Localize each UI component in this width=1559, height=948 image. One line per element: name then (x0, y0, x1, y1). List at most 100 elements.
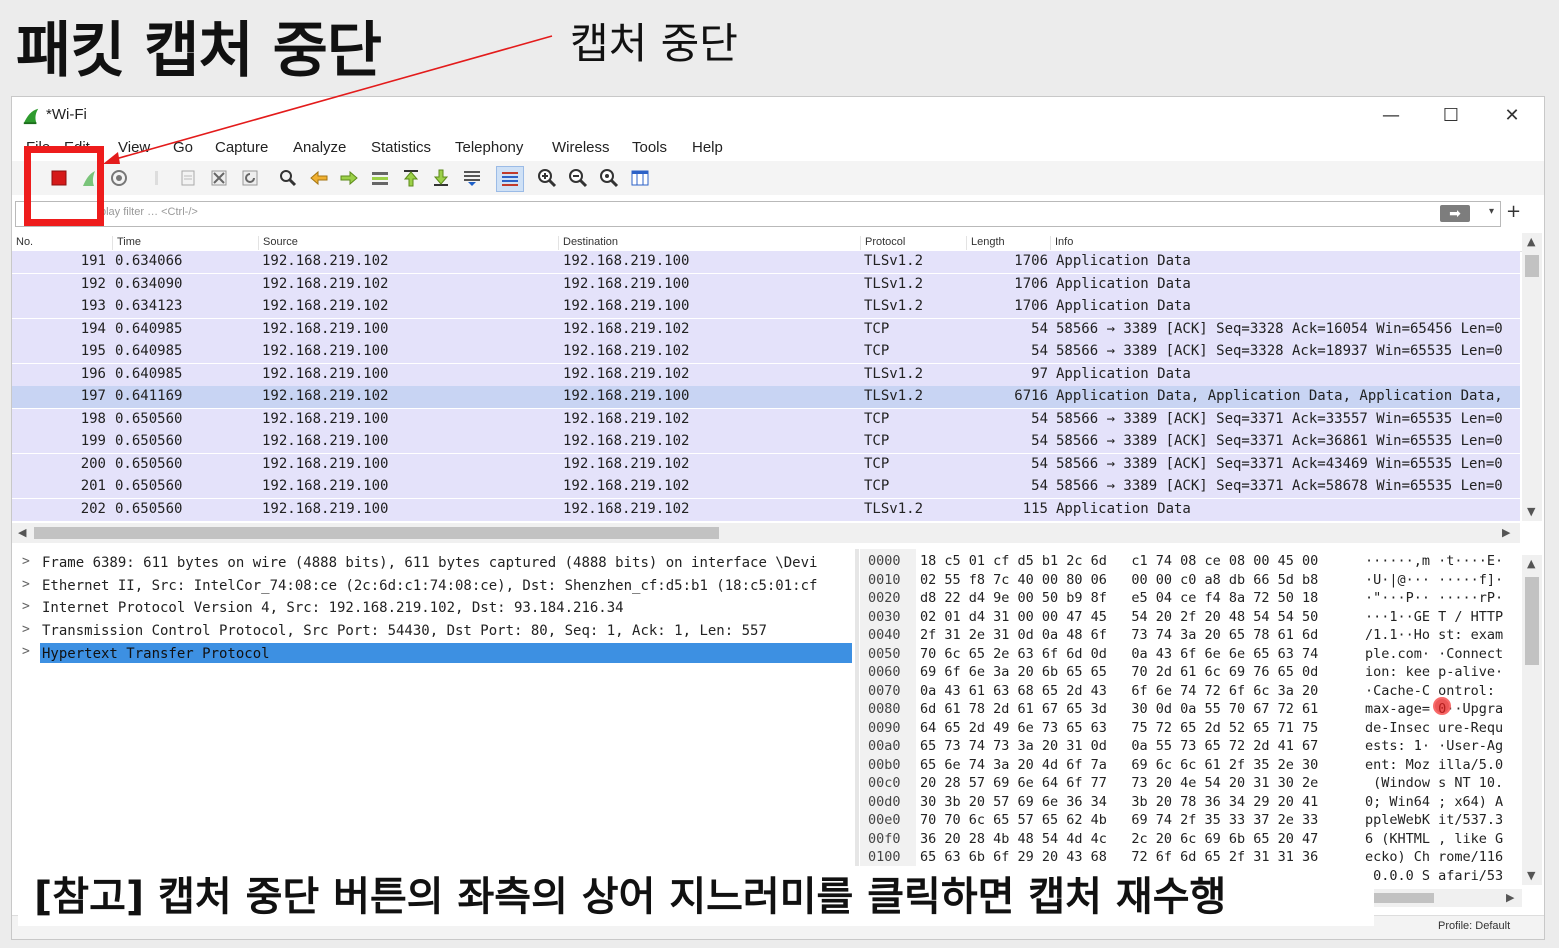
menu-tools[interactable]: Tools (632, 139, 667, 156)
profile-label[interactable]: Profile: Default (1438, 920, 1510, 932)
bytes-row[interactable]: 0040 2f 31 2e 31 0d 0a 48 6f 73 74 3a 20 … (860, 625, 1530, 644)
menu-go[interactable]: Go (173, 139, 193, 156)
expand-chevron-icon[interactable]: > (22, 622, 30, 637)
hscroll-thumb[interactable] (34, 527, 719, 539)
packet-row[interactable]: 199 0.650560 192.168.219.100 192.168.219.10… (12, 431, 1520, 453)
bytes-row[interactable]: 0080 6d 61 78 2d 61 67 65 3d 30 0d 0a 55 … (860, 699, 1530, 718)
detail-tree-item[interactable]: > Hypertext Transfer Protocol (12, 643, 852, 665)
packet-row[interactable]: 195 0.640985 192.168.219.100 192.168.219.10… (12, 341, 1520, 363)
minimize-button[interactable]: — (1368, 99, 1414, 131)
packet-row[interactable]: 193 0.634123 192.168.219.102 192.168.219.10… (12, 296, 1520, 318)
col-no[interactable]: No. (12, 236, 33, 250)
bytes-row[interactable]: 0000 18 c5 01 cf d5 b1 2c 6d c1 74 08 ce … (860, 551, 1530, 570)
cell-time: 0.634090 (115, 275, 183, 292)
packet-list-vscroll[interactable]: ▲ ▼ (1522, 233, 1542, 521)
col-time[interactable]: Time (112, 236, 141, 250)
cell-length: 54 (1031, 343, 1048, 359)
packet-row[interactable]: 197 0.641169 192.168.219.102 192.168.219.10… (12, 386, 1520, 408)
auto-scroll-icon[interactable] (459, 166, 485, 190)
packet-row[interactable]: 198 0.650560 192.168.219.100 192.168.219.10… (12, 408, 1520, 431)
display-filter-input[interactable]: play filter … <Ctrl-/> ➡ ▾ (15, 201, 1501, 227)
col-destination[interactable]: Destination (558, 236, 618, 250)
start-capture-icon[interactable] (76, 166, 102, 190)
packet-row[interactable]: 191 0.634066 192.168.219.102 192.168.219.10… (12, 251, 1520, 273)
maximize-button[interactable]: ☐ (1428, 99, 1474, 131)
detail-tree-item[interactable]: > Transmission Control Protocol, Src Port… (12, 621, 852, 643)
detail-tree-item[interactable]: > Ethernet II, Src: IntelCor_74:08:ce (2c… (12, 576, 852, 598)
normal-size-icon[interactable] (596, 166, 622, 190)
packet-row[interactable]: 192 0.634090 192.168.219.102 192.168.219.10… (12, 273, 1520, 296)
stop-capture-icon[interactable] (46, 166, 72, 190)
scroll-up-icon[interactable]: ▲ (1527, 235, 1535, 248)
bytes-row[interactable]: 0050 70 6c 65 2e 63 6f 6d 0d 0a 43 6f 6e … (860, 644, 1530, 663)
close-button[interactable]: ✕ (1489, 99, 1535, 131)
packet-list-hscroll[interactable]: ◀ ▶ (12, 523, 1520, 543)
menu-wireless[interactable]: Wireless (552, 139, 610, 156)
bytes-row[interactable]: 00c0 20 28 57 69 6e 64 6f 77 73 20 4e 54 … (860, 773, 1530, 792)
bytes-scroll-right-icon[interactable]: ▶ (1506, 891, 1514, 904)
col-length[interactable]: Length (966, 236, 1005, 250)
apply-filter-arrow-icon[interactable]: ➡ (1440, 205, 1470, 222)
open-file-icon[interactable] (144, 166, 170, 190)
packet-row[interactable]: 194 0.640985 192.168.219.100 192.168.219.10… (12, 318, 1520, 341)
bytes-vscroll[interactable]: ▲ ▼ (1522, 555, 1542, 885)
scroll-right-icon[interactable]: ▶ (1502, 526, 1510, 539)
bytes-row[interactable]: 0020 d8 22 d4 9e 00 50 b9 8f e5 04 ce f4 … (860, 588, 1530, 607)
go-forward-icon[interactable] (336, 166, 362, 190)
bytes-scroll-thumb[interactable] (1525, 577, 1539, 665)
bytes-row[interactable]: 00d0 30 3b 20 57 69 6e 36 34 3b 20 78 36 … (860, 792, 1530, 811)
menu-help[interactable]: Help (692, 139, 723, 156)
bytes-row[interactable]: 0090 64 65 2d 49 6e 73 65 63 75 72 65 2d … (860, 718, 1530, 737)
zoom-in-icon[interactable] (534, 166, 560, 190)
bytes-hscroll[interactable]: ▶ (1352, 889, 1522, 907)
capture-options-icon[interactable] (106, 166, 132, 190)
col-info[interactable]: Info (1050, 236, 1073, 250)
go-back-icon[interactable] (306, 166, 332, 190)
bytes-row[interactable]: 0030 02 01 d4 31 00 00 47 45 54 20 2f 20 … (860, 607, 1530, 626)
filter-dropdown-chevron-icon[interactable]: ▾ (1489, 206, 1494, 217)
menu-view[interactable]: View (118, 139, 150, 156)
expand-chevron-icon[interactable]: > (22, 599, 30, 614)
colorize-icon[interactable] (496, 166, 524, 192)
find-packet-icon[interactable] (275, 166, 301, 190)
expand-chevron-icon[interactable]: > (22, 577, 30, 592)
packet-row[interactable]: 196 0.640985 192.168.219.100 192.168.219.10… (12, 363, 1520, 386)
packet-row[interactable]: 200 0.650560 192.168.219.100 192.168.219.10… (12, 453, 1520, 476)
bytes-row[interactable]: 0070 0a 43 61 63 68 65 2d 43 6f 6e 74 72 … (860, 681, 1530, 700)
expand-chevron-icon[interactable]: > (22, 644, 30, 659)
menu-analyze[interactable]: Analyze (293, 139, 346, 156)
bytes-row[interactable]: 00a0 65 73 74 73 3a 20 31 0d 0a 55 73 65 … (860, 736, 1530, 755)
menu-statistics[interactable]: Statistics (371, 139, 431, 156)
packet-row[interactable]: 202 0.650560 192.168.219.100 192.168.219.10… (12, 498, 1520, 521)
menu-file[interactable]: File (26, 139, 50, 156)
detail-tree-item[interactable]: > Frame 6389: 611 bytes on wire (4888 bit… (12, 553, 852, 575)
menu-edit[interactable]: Edit (64, 139, 90, 156)
bytes-scroll-up-icon[interactable]: ▲ (1527, 557, 1535, 570)
zoom-out-icon[interactable] (565, 166, 591, 190)
bytes-row[interactable]: 00b0 65 6e 74 3a 20 4d 6f 7a 69 6c 6c 61 … (860, 755, 1530, 774)
bytes-row[interactable]: 0060 69 6f 6e 3a 20 6b 65 65 70 2d 61 6c … (860, 662, 1530, 681)
resize-columns-icon[interactable] (627, 166, 653, 190)
bytes-scroll-down-icon[interactable]: ▼ (1527, 869, 1535, 882)
close-file-icon[interactable] (206, 166, 232, 190)
menu-capture[interactable]: Capture (215, 139, 268, 156)
scroll-down-icon[interactable]: ▼ (1527, 505, 1535, 518)
bytes-row[interactable]: 0100 65 63 6b 6f 29 20 43 68 72 6f 6d 65 … (860, 847, 1530, 866)
bytes-row[interactable]: 00f0 36 20 28 4b 48 54 4d 4c 2c 20 6c 69 … (860, 829, 1530, 848)
detail-tree-item[interactable]: > Internet Protocol Version 4, Src: 192.1… (12, 598, 852, 620)
add-filter-button[interactable]: + (1506, 201, 1521, 222)
scroll-thumb[interactable] (1525, 255, 1539, 277)
bytes-row[interactable]: 0010 02 55 f8 7c 40 00 80 06 00 00 c0 a8 … (860, 570, 1530, 589)
packet-row[interactable]: 201 0.650560 192.168.219.100 192.168.219.10… (12, 476, 1520, 498)
bytes-row[interactable]: 00e0 70 70 6c 65 57 65 62 4b 69 74 2f 35 … (860, 810, 1530, 829)
col-protocol[interactable]: Protocol (860, 236, 905, 250)
col-source[interactable]: Source (258, 236, 298, 250)
menu-telephony[interactable]: Telephony (455, 139, 523, 156)
last-packet-icon[interactable] (428, 166, 454, 190)
go-to-packet-icon[interactable] (367, 166, 393, 190)
scroll-left-icon[interactable]: ◀ (18, 526, 26, 539)
save-file-icon[interactable] (175, 166, 201, 190)
expand-chevron-icon[interactable]: > (22, 554, 30, 569)
first-packet-icon[interactable] (398, 166, 424, 190)
reload-icon[interactable] (237, 166, 263, 190)
